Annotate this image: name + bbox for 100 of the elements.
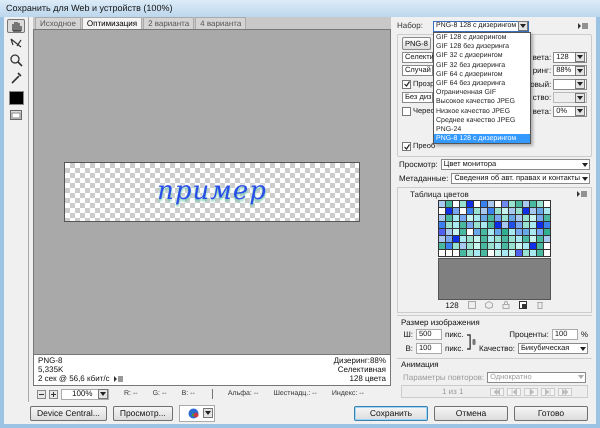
color-cell[interactable] [467,222,473,228]
color-cell[interactable] [453,200,459,207]
color-cell[interactable] [544,200,550,207]
color-cell[interactable] [481,250,487,256]
dialog-button[interactable]: Device Central... [30,406,107,420]
color-cell[interactable] [488,214,494,221]
color-cell[interactable] [481,228,487,235]
color-cell[interactable] [537,228,543,235]
color-cell[interactable] [509,250,515,256]
color-cell[interactable] [502,228,508,235]
color-cell[interactable] [544,228,550,235]
color-cell[interactable] [439,242,445,249]
color-cell[interactable] [523,250,529,256]
color-cell[interactable] [467,208,473,214]
color-cell[interactable] [488,250,494,256]
color-cell[interactable] [537,208,543,214]
color-cell[interactable] [495,242,501,249]
color-cell[interactable] [474,250,480,256]
color-cell[interactable] [537,242,543,249]
color-cell[interactable] [544,214,550,221]
checkbox[interactable] [402,142,411,152]
new-page-icon[interactable] [518,301,527,310]
color-cell[interactable] [544,250,550,256]
color-cell[interactable] [446,250,452,256]
dialog-button[interactable]: Отмена [434,406,508,420]
color-cell[interactable] [530,250,536,256]
color-cell[interactable] [530,208,536,214]
color-cell[interactable] [509,242,515,249]
color-cell[interactable] [446,222,452,228]
tab[interactable]: 2 варианта [143,17,194,29]
zoom-dropdown[interactable]: 100% [61,388,109,400]
color-cell[interactable] [460,222,466,228]
color-cell[interactable] [439,214,445,221]
color-cell[interactable] [488,200,494,207]
color-cell[interactable] [530,228,536,235]
color-cell[interactable] [544,208,550,214]
color-cell[interactable] [509,236,515,242]
color-cell[interactable] [537,250,543,256]
color-cell[interactable] [474,200,480,207]
zoom-out-button[interactable] [37,390,46,398]
menu-icon[interactable] [114,376,123,382]
color-cell[interactable] [516,250,522,256]
color-cell[interactable] [495,236,501,242]
color-cell[interactable] [453,250,459,256]
color-cell[interactable] [453,228,459,235]
color-cell[interactable] [488,242,494,249]
color-cell[interactable] [523,228,529,235]
color-cell[interactable] [439,222,445,228]
color-cell[interactable] [467,200,473,207]
color-cell[interactable] [481,222,487,228]
color-cell[interactable] [488,228,494,235]
color-cell[interactable] [446,236,452,242]
color-cell[interactable] [530,200,536,207]
color-cell[interactable] [509,214,515,221]
color-cell[interactable] [439,200,445,207]
color-cell[interactable] [516,222,522,228]
color-cell[interactable] [523,200,529,207]
color-cell[interactable] [467,242,473,249]
color-cell[interactable] [460,214,466,221]
color-cell[interactable] [460,242,466,249]
color-cell[interactable] [516,214,522,221]
color-cell[interactable] [474,242,480,249]
color-cell[interactable] [530,242,536,249]
color-cell[interactable] [467,228,473,235]
color-cell[interactable] [467,236,473,242]
color-cell[interactable] [495,228,501,235]
color-cell[interactable] [439,228,445,235]
color-cell[interactable] [474,222,480,228]
color-cell[interactable] [537,214,543,221]
toggle-slices-button[interactable] [7,108,25,122]
color-cell[interactable] [495,222,501,228]
color-cell[interactable] [467,250,473,256]
color-cell[interactable] [495,214,501,221]
color-cell[interactable] [516,208,522,214]
save-button[interactable]: Сохранить [354,406,428,420]
dialog-button[interactable]: Просмотр... [112,406,173,420]
color-cell[interactable] [544,242,550,249]
color-cell[interactable] [495,200,501,207]
color-cell[interactable] [495,208,501,214]
color-cell[interactable] [460,228,466,235]
color-cell[interactable] [460,236,466,242]
color-cell[interactable] [481,242,487,249]
color-cell[interactable] [446,214,452,221]
color-cell[interactable] [453,242,459,249]
color-cell[interactable] [488,236,494,242]
color-cell[interactable] [481,200,487,207]
dialog-button[interactable]: Готово [514,406,588,420]
color-cell[interactable] [530,214,536,221]
color-cell[interactable] [460,200,466,207]
checkbox[interactable] [402,106,411,116]
color-cell[interactable] [509,222,515,228]
color-cell[interactable] [502,222,508,228]
color-cell[interactable] [460,208,466,214]
color-cell[interactable] [509,208,515,214]
color-cell[interactable] [446,208,452,214]
color-cell[interactable] [523,236,529,242]
color-cell[interactable] [453,214,459,221]
color-cell[interactable] [509,200,515,207]
color-cell[interactable] [523,242,529,249]
zoom-in-button[interactable] [49,390,58,398]
